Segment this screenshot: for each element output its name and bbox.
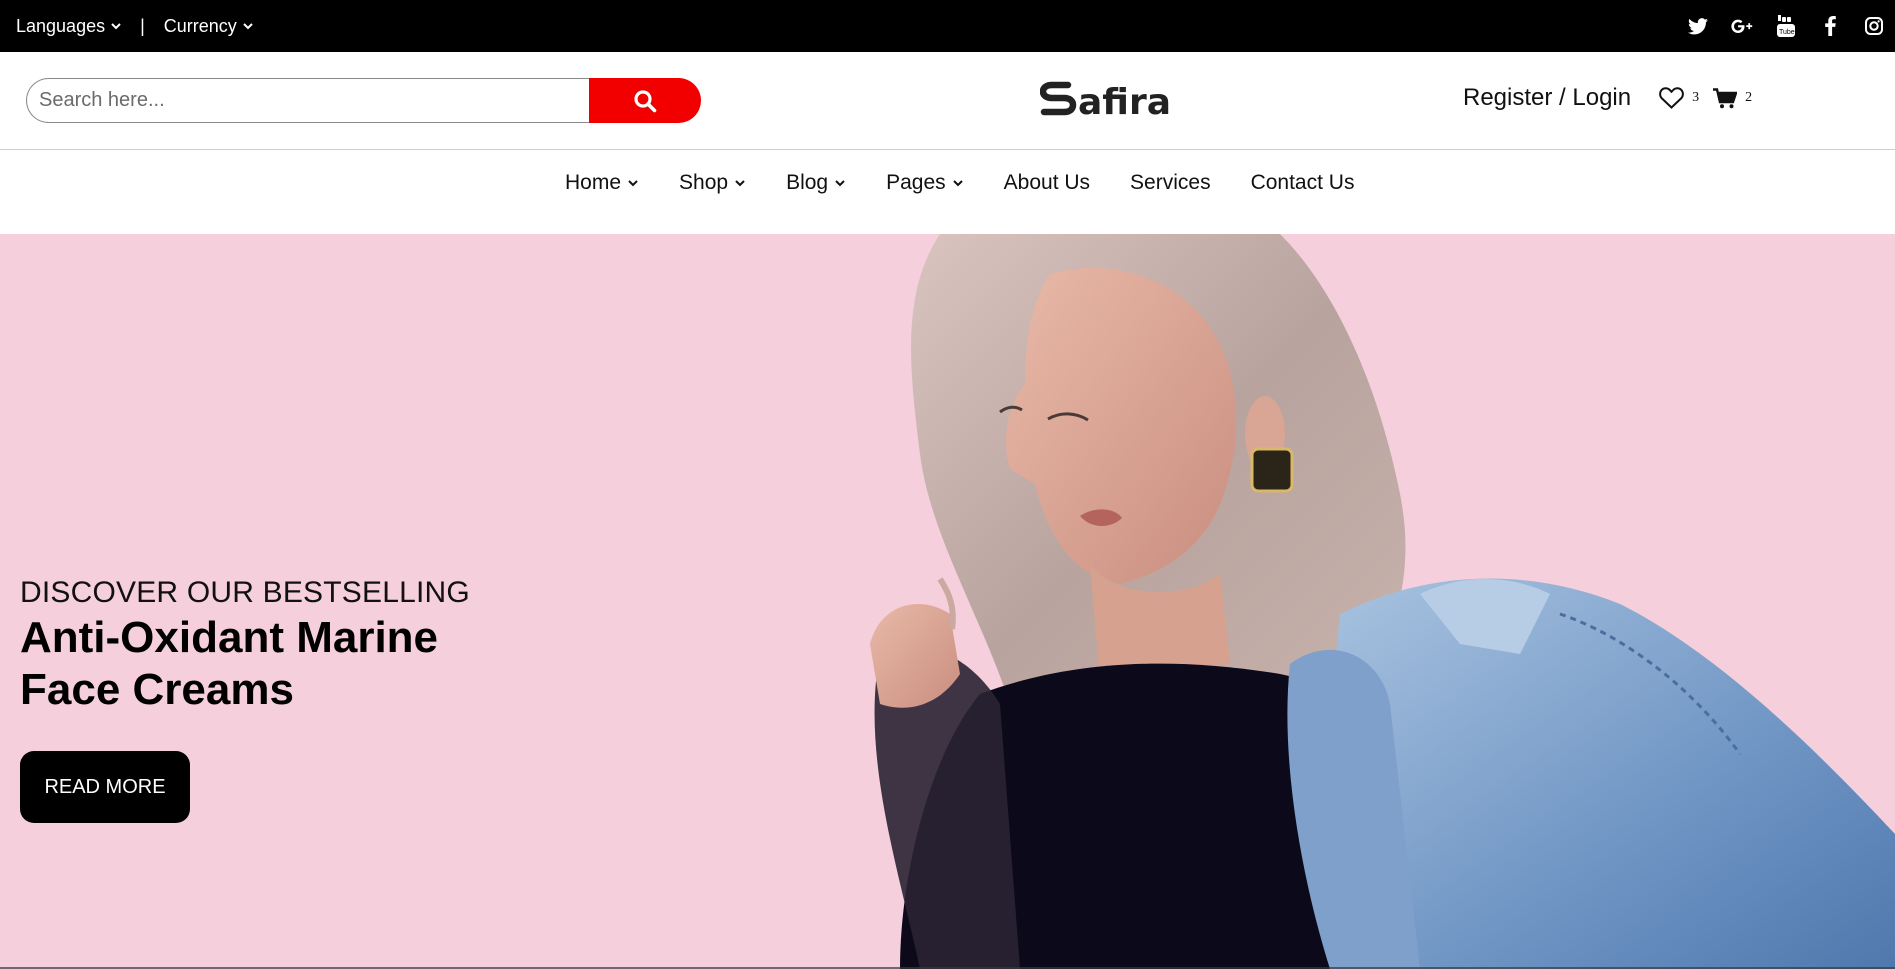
twitter-icon[interactable] bbox=[1687, 15, 1709, 37]
top-bar: Languages | Currency Tube bbox=[0, 0, 1895, 52]
chevron-down-icon bbox=[952, 180, 963, 187]
main-nav: Home Shop Blog Pages About Us Services C… bbox=[0, 151, 1895, 234]
search-icon bbox=[634, 89, 657, 112]
currency-label: Currency bbox=[163, 15, 237, 36]
read-more-button[interactable]: READ MORE bbox=[20, 751, 190, 823]
languages-label: Languages bbox=[16, 15, 106, 36]
site-logo[interactable]: afira bbox=[1039, 76, 1190, 128]
nav-item-label: Pages bbox=[886, 171, 946, 194]
heart-icon bbox=[1659, 87, 1684, 109]
nav-item-label: Contact Us bbox=[1250, 171, 1355, 194]
site-header: afira Register / Login 3 2 bbox=[0, 52, 1895, 150]
wishlist-button[interactable]: 3 bbox=[1659, 87, 1699, 109]
google-plus-icon[interactable] bbox=[1731, 15, 1753, 37]
nav-item-label: Shop bbox=[679, 171, 729, 194]
chevron-down-icon bbox=[243, 23, 253, 30]
svg-text:Tube: Tube bbox=[1779, 29, 1795, 36]
languages-dropdown[interactable]: Languages bbox=[16, 16, 122, 37]
chevron-down-icon bbox=[628, 180, 638, 187]
chevron-down-icon bbox=[111, 23, 121, 30]
cart-count: 2 bbox=[1745, 90, 1753, 105]
top-bar-separator: | bbox=[140, 15, 145, 36]
nav-item-shop[interactable]: Shop bbox=[679, 171, 746, 195]
main-nav-list: Home Shop Blog Pages About Us Services C… bbox=[565, 171, 1354, 195]
nav-item-services[interactable]: Services bbox=[1130, 171, 1211, 195]
nav-item-pages[interactable]: Pages bbox=[886, 171, 964, 195]
youtube-icon[interactable]: Tube bbox=[1775, 15, 1797, 37]
register-login-link[interactable]: Register / Login bbox=[1463, 84, 1631, 112]
hero-banner: DISCOVER OUR BESTSELLING Anti-Oxidant Ma… bbox=[0, 234, 1895, 969]
nav-item-home[interactable]: Home bbox=[565, 171, 639, 195]
social-links: Tube bbox=[1687, 0, 1885, 52]
cart-icon bbox=[1713, 87, 1738, 108]
svg-text:afira: afira bbox=[1078, 82, 1171, 123]
nav-item-label: About Us bbox=[1003, 171, 1091, 194]
hero-title: Anti-Oxidant Marine Face Creams bbox=[20, 613, 439, 714]
instagram-icon[interactable] bbox=[1863, 15, 1885, 37]
account-area: Register / Login 3 2 bbox=[1463, 78, 1752, 118]
nav-item-contact-us[interactable]: Contact Us bbox=[1251, 171, 1355, 195]
wishlist-count: 3 bbox=[1692, 90, 1700, 105]
chevron-down-icon bbox=[735, 180, 745, 187]
nav-item-label: Blog bbox=[786, 171, 829, 194]
facebook-icon[interactable] bbox=[1819, 15, 1841, 37]
nav-item-label: Home bbox=[565, 171, 622, 194]
search-input[interactable] bbox=[26, 78, 589, 123]
nav-item-blog[interactable]: Blog bbox=[786, 171, 846, 195]
currency-dropdown[interactable]: Currency bbox=[164, 16, 254, 37]
hero-model-image bbox=[870, 234, 1895, 969]
nav-item-label: Services bbox=[1130, 171, 1211, 194]
hero-kicker: DISCOVER OUR BESTSELLING bbox=[20, 576, 470, 609]
top-bar-left: Languages | Currency bbox=[16, 0, 254, 52]
search-button[interactable] bbox=[589, 78, 701, 123]
nav-item-about-us[interactable]: About Us bbox=[1004, 171, 1090, 195]
cart-button[interactable]: 2 bbox=[1713, 87, 1753, 109]
chevron-down-icon bbox=[835, 180, 845, 187]
search-bar bbox=[26, 78, 701, 123]
